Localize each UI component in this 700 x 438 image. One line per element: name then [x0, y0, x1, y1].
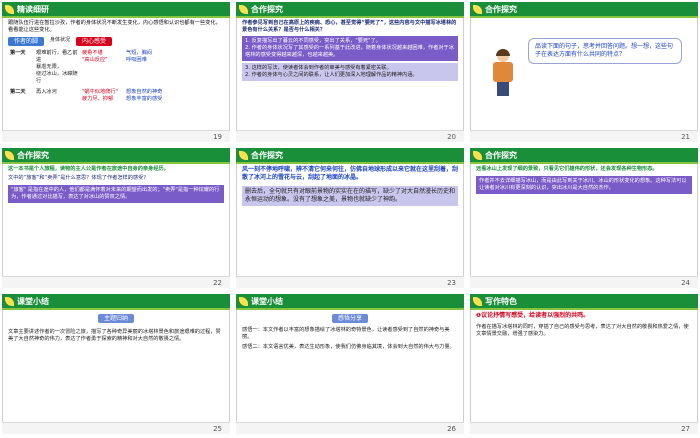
slide-tag: 合作探究 [17, 150, 49, 160]
answer-box: 作者并不去详细描写冰山，而是由此写到关于冰川、冰山的形状变化的想象。这种写法可以… [476, 176, 692, 194]
col-header: 内心感受 [76, 37, 113, 46]
slide-tag: 合作探究 [485, 4, 517, 14]
slide-number: 27 [681, 425, 690, 433]
slide-thumbnail-19[interactable]: 精读细研 跟随队伍行进在暂拉沙孜，作者的身体状况不断发生变化，内心感悟和认识也都… [2, 2, 230, 142]
table-row: 第一天 艰难前行，看乙前进 暴虐无限， 绕过冰山，冰嶂随行 疲惫不堪 "高山反应… [10, 50, 152, 84]
col-header: 身体状况 [50, 37, 71, 43]
slide-thumbnail-25[interactable]: 课堂小结 主题归纳 文章主要讲述作者的一次冒险之旅，描写了各种奇异美丽的冰塔林景… [2, 294, 230, 434]
slide-sorter-grid: 精读细研 跟随队伍行进在暂拉沙孜，作者的身体状况不断发生变化，内心感悟和认识也都… [0, 0, 700, 438]
slide-intro: 跟随队伍行进在暂拉沙孜，作者的身体状况不断发生变化，内心感悟和认识也都有一些变化… [8, 20, 221, 33]
leaf-icon [473, 5, 482, 14]
slide-tag: 合作探究 [251, 150, 283, 160]
slide-number: 26 [447, 425, 456, 433]
section-badge: 感悟分享 [331, 314, 368, 323]
slide-thumbnail-20[interactable]: 合作探究 作者参见写到自己在高原上的疾病、恐心，甚至觉得“要死了”，这些内容与文… [236, 2, 464, 142]
answer-box: "旅客" 是指在途中的人，他们都是满怀着对未来的期望而出发的；"卖弄"是指一种炫… [8, 185, 224, 203]
question-text: 作者参见写到自己在高原上的疾病、恐心，甚至觉得“要死了”，这些内容与文中描写冰塔… [242, 20, 457, 33]
slide-number: 21 [681, 133, 690, 141]
slide-thumbnail-22[interactable]: 合作探究 这一本书是个人旅程，读物的主人公是作者在旅途中自身的亲身经历。 文中的… [2, 148, 230, 288]
slide-tag: 课堂小结 [251, 296, 283, 306]
leaf-icon [239, 5, 248, 14]
slide-number: 20 [447, 133, 456, 141]
leaf-icon [239, 297, 248, 306]
slide-number: 24 [681, 279, 690, 287]
answer-box: 1. 反复描写出了暮云的不同感受，突出了关系，"要死"了。 2. 作者的身体状况… [242, 36, 458, 61]
leaf-icon [5, 5, 14, 14]
slide-thumbnail-24[interactable]: 合作探究 远看冰山上发现了细的景致，只看见它们雄伟的形状，还会发现各种生物形态。… [470, 148, 698, 288]
slide-number: 23 [447, 279, 456, 287]
speech-bubble: 品读下面的句子，思考并回答问题。想一想，这些句子在表达方面有什么共同的特点？ [528, 38, 682, 64]
leaf-icon [5, 151, 14, 160]
slide-thumbnail-23[interactable]: 合作探究 风一刻不停地呼啸，辨不清它何来何往，仿佛自地球形成以来它就在这里刮着，… [236, 148, 464, 288]
slide-tag: 课堂小结 [17, 296, 49, 306]
teacher-icon [490, 49, 516, 96]
insight-1: 感悟一：本文作者以丰富的想象描绘了冰塔林的奇特景色，让读者感受到了自然的神奇与美… [242, 327, 450, 340]
feature-lead: ❶议论抒情写感受，给读者以强烈的共鸣。 [476, 312, 590, 319]
slide-number: 25 [213, 425, 222, 433]
slide-thumbnail-21[interactable]: 合作探究 品读下面的句子，思考并回答问题。想一想，这些句子在表达方面有什么共同的… [470, 2, 698, 142]
leaf-icon [473, 297, 482, 306]
slide-tag: 合作探究 [485, 150, 517, 160]
slide-number: 19 [213, 133, 222, 141]
table-row: 第二天 再入冰河 "蜗牛似地爬行" 疲力尽、抑郁 想象自然的神奇 想象丰富的感受 [10, 89, 163, 102]
slide-thumbnail-27[interactable]: 写作特色 ❶议论抒情写感受，给读者以强烈的共鸣。 作者在描写冰塔林的同时，穿插了… [470, 294, 698, 434]
section-badge: 主题归纳 [97, 314, 134, 323]
answer-box: 删去后，全句就只有对眼前景物的实实在在的描写，缺少了对大自然漫长历史和永恒运动的… [242, 186, 458, 206]
table-header: 作者的脚 身体状况 内心感受 [8, 37, 224, 46]
slide-tag: 精读细研 [17, 4, 49, 14]
insight-2: 感悟二：本文语言优美，表达生动形象，使我们仿佛身临其境，体会到大自然的伟大与力量… [242, 344, 455, 350]
leaf-icon [5, 297, 14, 306]
slide-tag: 写作特色 [485, 296, 517, 306]
slide-tag: 合作探究 [251, 4, 283, 14]
leaf-icon [239, 151, 248, 160]
leaf-icon [473, 151, 482, 160]
slide-number: 22 [213, 279, 222, 287]
slide-thumbnail-26[interactable]: 课堂小结 感悟分享 感悟一：本文作者以丰富的想象描绘了冰塔林的奇特景色，让读者感… [236, 294, 464, 434]
col-header: 作者的脚 [8, 37, 45, 46]
answer-box: 3. 这样的写法，使读者体会到作者的审美与感受有着紧密关联。 2. 作者的身体与… [242, 63, 458, 81]
